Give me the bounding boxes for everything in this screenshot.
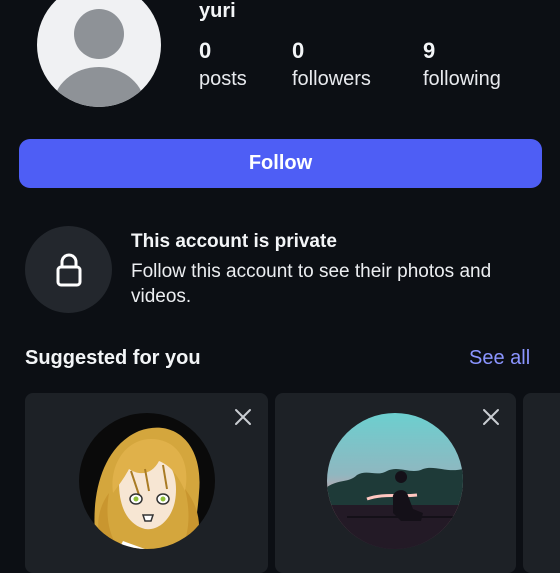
profile-avatar[interactable] [37, 0, 161, 107]
private-description: Follow this account to see their photos … [131, 261, 492, 307]
following-label: following [423, 68, 501, 90]
anime-girl-avatar[interactable] [79, 413, 215, 549]
follow-button[interactable]: Follow [19, 139, 542, 188]
see-all-link[interactable]: See all [469, 347, 530, 370]
following-count: 9 [423, 38, 436, 63]
posts-count: 0 [199, 38, 212, 63]
default-avatar-body [53, 67, 145, 107]
followers-label: followers [292, 68, 371, 90]
close-icon[interactable] [231, 405, 255, 429]
followers-count: 0 [292, 38, 305, 63]
lock-icon [56, 253, 81, 286]
posts-label: posts [199, 68, 247, 90]
close-icon[interactable] [479, 405, 503, 429]
following-stat[interactable]: 9 following [423, 38, 501, 94]
suggested-title: Suggested for you [25, 347, 201, 369]
suggested-card[interactable] [25, 393, 268, 573]
lock-badge [25, 226, 112, 313]
suggested-card[interactable] [275, 393, 516, 573]
username: yuri [199, 0, 236, 22]
sunset-silhouette-avatar[interactable] [327, 413, 463, 549]
private-title: This account is private [131, 231, 337, 252]
suggested-card[interactable] [523, 393, 560, 573]
posts-stat[interactable]: 0 posts [199, 38, 247, 94]
followers-stat[interactable]: 0 followers [292, 38, 371, 94]
default-avatar-head [74, 9, 124, 59]
